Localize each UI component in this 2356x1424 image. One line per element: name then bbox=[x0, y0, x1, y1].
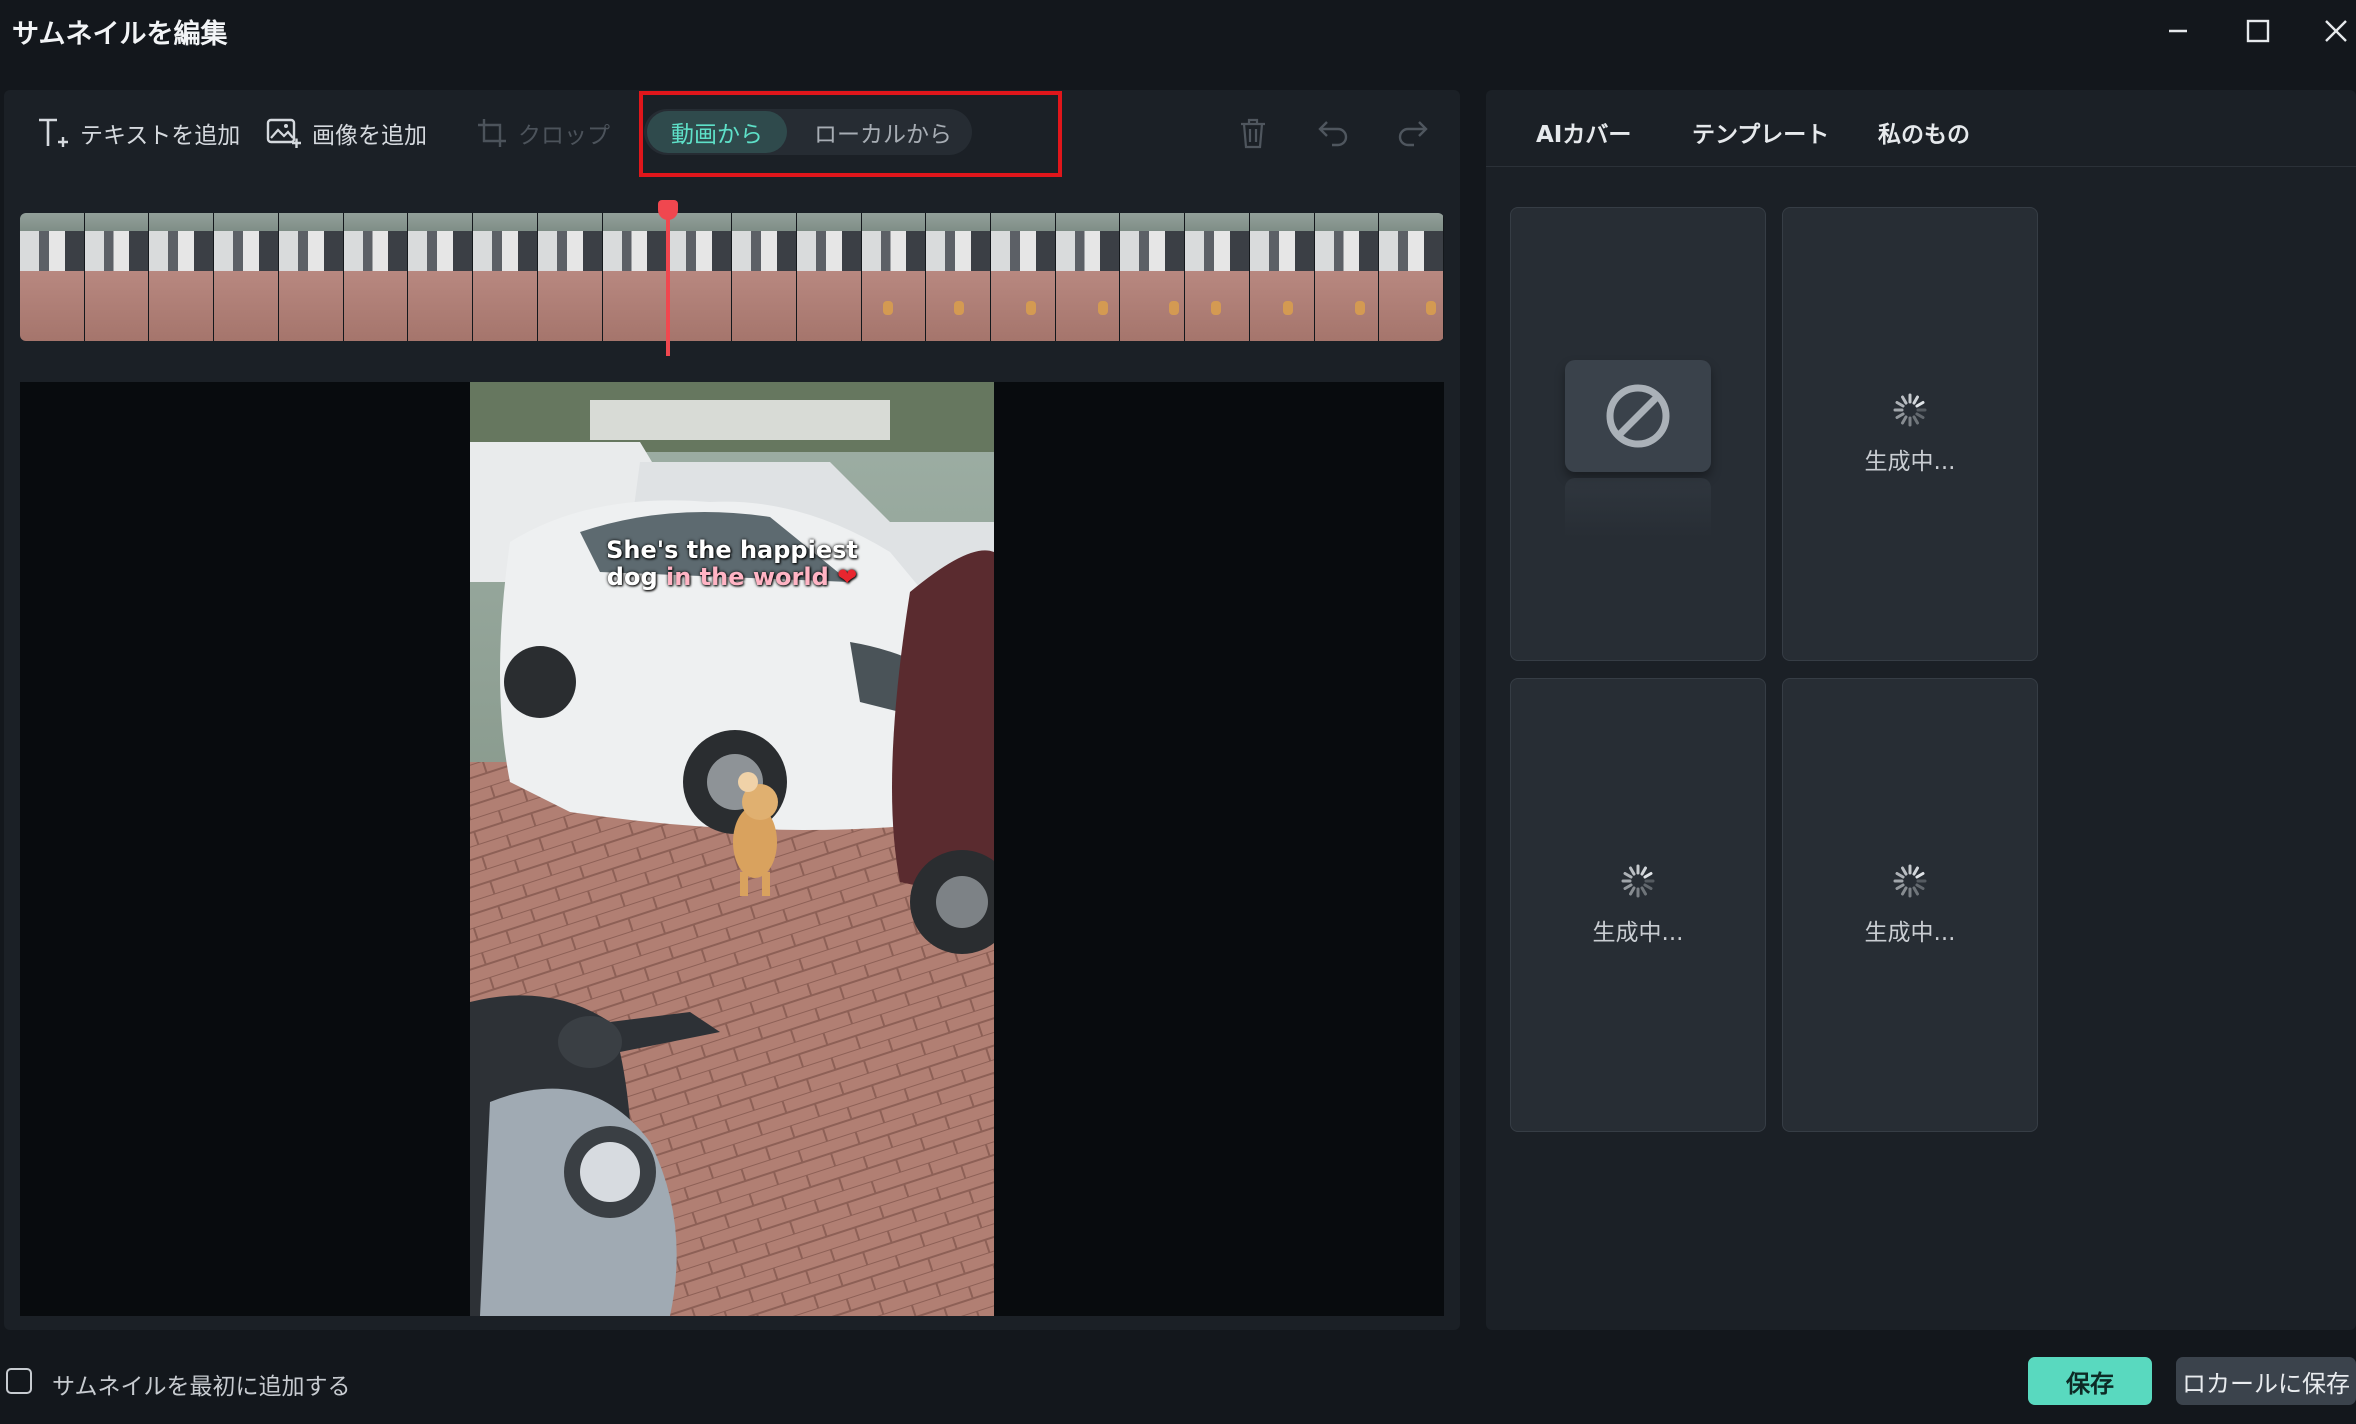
filmstrip-frame bbox=[537, 213, 603, 341]
minimize-icon bbox=[2169, 29, 2187, 33]
video-filmstrip[interactable] bbox=[20, 213, 1444, 341]
trash-icon bbox=[1241, 118, 1265, 149]
generating-label: 生成中... bbox=[1592, 920, 1684, 946]
delete-button[interactable] bbox=[1230, 110, 1276, 156]
crop-icon bbox=[478, 119, 506, 147]
filmstrip-frame bbox=[343, 213, 409, 341]
heart-icon: ❤ bbox=[837, 563, 858, 591]
caption-line-1: She's the happiest bbox=[606, 536, 858, 564]
filmstrip-frame bbox=[84, 213, 150, 341]
caption-world: in the world bbox=[665, 563, 829, 591]
filmstrip-frame bbox=[926, 213, 992, 341]
filmstrip-frame bbox=[861, 213, 927, 341]
minimize-button[interactable] bbox=[2148, 10, 2208, 52]
crop-label: クロップ bbox=[518, 123, 610, 149]
filmstrip-frame bbox=[473, 213, 538, 341]
tab-ai-cover[interactable]: AIカバー bbox=[1536, 115, 1631, 149]
undo-button[interactable] bbox=[1310, 110, 1356, 156]
filmstrip-frame bbox=[732, 213, 797, 341]
add-first-checkbox[interactable] bbox=[6, 1368, 32, 1394]
playhead-line[interactable] bbox=[666, 200, 670, 356]
cover-card-generating[interactable]: 生成中... bbox=[1782, 678, 2038, 1132]
filmstrip-frame bbox=[214, 213, 279, 341]
maximize-icon bbox=[2246, 19, 2270, 43]
filmstrip-frame bbox=[408, 213, 474, 341]
spinner-icon bbox=[1893, 864, 1927, 898]
tab-mine[interactable]: 私のもの bbox=[1878, 115, 1970, 149]
no-cover-tile bbox=[1565, 360, 1711, 472]
cover-card-none[interactable] bbox=[1510, 207, 1766, 661]
filmstrip-frame bbox=[602, 213, 668, 341]
video-caption: She's the happiest dog in the world ❤ bbox=[470, 537, 994, 591]
text-icon bbox=[39, 118, 68, 147]
generating-label: 生成中... bbox=[1864, 449, 1956, 475]
spinner-icon bbox=[1621, 864, 1655, 898]
video-frame bbox=[470, 382, 994, 1316]
no-entry-icon bbox=[1606, 384, 1670, 448]
filmstrip-frame bbox=[667, 213, 733, 341]
highlight-box bbox=[639, 91, 1062, 177]
redo-button[interactable] bbox=[1390, 110, 1436, 156]
add-text-button[interactable]: テキストを追加 bbox=[36, 112, 240, 154]
video-frame-image bbox=[470, 382, 994, 1316]
close-icon bbox=[2325, 20, 2347, 42]
image-icon bbox=[266, 118, 301, 148]
filmstrip-frame bbox=[149, 213, 215, 341]
generating-label: 生成中... bbox=[1864, 920, 1956, 946]
filmstrip-frame bbox=[1055, 213, 1121, 341]
add-image-label: 画像を追加 bbox=[312, 123, 427, 149]
close-button[interactable] bbox=[2306, 10, 2356, 52]
filmstrip-frame bbox=[1120, 213, 1186, 341]
add-text-label: テキストを追加 bbox=[80, 123, 241, 149]
cover-card-generating[interactable]: 生成中... bbox=[1782, 207, 2038, 661]
filmstrip-frame bbox=[1185, 213, 1250, 341]
filmstrip-frame bbox=[1249, 213, 1315, 341]
caption-dog: dog bbox=[606, 563, 666, 591]
filmstrip-frame bbox=[20, 213, 85, 341]
filmstrip-frame bbox=[1379, 213, 1444, 341]
cover-card-generating[interactable]: 生成中... bbox=[1510, 678, 1766, 1132]
filmstrip-frame bbox=[991, 213, 1056, 341]
undo-icon bbox=[1318, 121, 1348, 147]
filmstrip-frame bbox=[796, 213, 862, 341]
window-title: サムネイルを編集 bbox=[12, 19, 228, 50]
caption-line-2: dog in the world ❤ bbox=[470, 564, 994, 591]
save-local-button[interactable]: ロカールに保存 bbox=[2176, 1357, 2356, 1405]
tab-divider bbox=[1486, 166, 2356, 167]
redo-icon bbox=[1398, 121, 1428, 147]
crop-button[interactable]: クロップ bbox=[476, 112, 610, 154]
filmstrip-frame bbox=[1314, 213, 1380, 341]
filmstrip-frame bbox=[278, 213, 344, 341]
maximize-button[interactable] bbox=[2228, 10, 2288, 52]
playhead-handle[interactable] bbox=[658, 200, 678, 220]
tab-template[interactable]: テンプレート bbox=[1692, 115, 1829, 149]
add-image-button[interactable]: 画像を追加 bbox=[266, 112, 427, 154]
save-button[interactable]: 保存 bbox=[2028, 1357, 2152, 1405]
add-first-label: サムネイルを最初に追加する bbox=[52, 1374, 351, 1400]
spinner-icon bbox=[1893, 393, 1927, 427]
tile-reflection bbox=[1565, 478, 1711, 538]
